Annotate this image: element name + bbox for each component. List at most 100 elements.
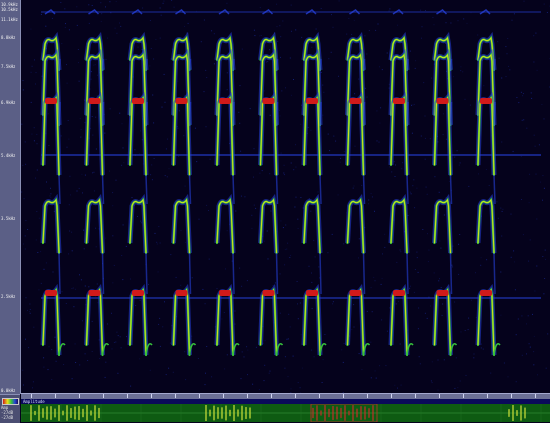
noise-dot bbox=[454, 388, 455, 389]
noise-dot bbox=[184, 351, 185, 352]
spectrogram-plot[interactable] bbox=[21, 0, 550, 393]
noise-dot bbox=[462, 71, 463, 72]
noise-dot bbox=[138, 47, 139, 48]
noise-dot bbox=[376, 110, 377, 111]
noise-dot bbox=[523, 119, 524, 120]
spectrogram-view[interactable] bbox=[21, 0, 550, 393]
noise-dot bbox=[310, 130, 311, 131]
noise-dot bbox=[516, 334, 517, 335]
noise-dot bbox=[282, 21, 283, 22]
noise-dot bbox=[410, 286, 411, 287]
noise-dot bbox=[385, 365, 386, 366]
noise-dot bbox=[247, 280, 248, 281]
noise-dot bbox=[65, 27, 66, 28]
call-hotspot bbox=[350, 98, 362, 104]
noise-dot bbox=[286, 249, 287, 250]
noise-dot bbox=[534, 336, 535, 337]
noise-dot bbox=[140, 300, 141, 301]
noise-dot bbox=[444, 215, 445, 216]
noise-dot bbox=[378, 24, 379, 25]
noise-dot bbox=[96, 149, 97, 150]
noise-dot bbox=[261, 35, 262, 36]
noise-dot bbox=[301, 334, 302, 335]
noise-dot bbox=[481, 257, 482, 258]
noise-dot bbox=[284, 264, 285, 265]
noise-dot bbox=[280, 115, 281, 116]
noise-dot bbox=[501, 78, 502, 79]
noise-dot bbox=[284, 165, 285, 166]
waveform-trace[interactable] bbox=[21, 404, 550, 422]
color-palette-icon[interactable] bbox=[2, 398, 19, 405]
noise-dot bbox=[97, 75, 98, 76]
noise-dot bbox=[49, 346, 50, 347]
noise-dot bbox=[544, 278, 545, 279]
noise-dot bbox=[109, 171, 110, 172]
noise-dot bbox=[23, 385, 24, 386]
noise-dot bbox=[280, 57, 281, 58]
noise-dot bbox=[105, 362, 106, 363]
noise-dot bbox=[361, 369, 362, 370]
noise-dot bbox=[68, 253, 69, 254]
noise-dot bbox=[92, 135, 93, 136]
noise-dot bbox=[426, 187, 427, 188]
noise-dot bbox=[26, 297, 27, 298]
noise-dot bbox=[466, 375, 467, 376]
noise-dot bbox=[38, 289, 39, 290]
noise-dot bbox=[508, 376, 509, 377]
noise-dot bbox=[289, 257, 290, 258]
noise-dot bbox=[290, 58, 291, 59]
noise-dot bbox=[465, 330, 466, 331]
noise-dot bbox=[69, 204, 70, 205]
noise-dot bbox=[346, 34, 347, 35]
noise-dot bbox=[283, 227, 284, 228]
noise-dot bbox=[318, 266, 319, 267]
time-tick bbox=[511, 394, 512, 398]
noise-dot bbox=[458, 244, 459, 245]
noise-dot bbox=[41, 14, 42, 15]
noise-dot bbox=[123, 224, 124, 225]
noise-dot bbox=[41, 283, 42, 284]
noise-dot bbox=[311, 282, 312, 283]
noise-dot bbox=[514, 261, 515, 262]
time-tick bbox=[463, 394, 464, 398]
noise-dot bbox=[501, 142, 502, 143]
noise-dot bbox=[300, 197, 301, 198]
noise-dot bbox=[210, 159, 211, 160]
noise-dot bbox=[36, 134, 37, 135]
noise-dot bbox=[253, 177, 254, 178]
noise-dot bbox=[465, 99, 466, 100]
noise-dot bbox=[279, 25, 280, 26]
noise-dot bbox=[204, 20, 205, 21]
noise-dot bbox=[290, 326, 291, 327]
noise-dot bbox=[468, 318, 469, 319]
noise-dot bbox=[78, 62, 79, 63]
noise-dot bbox=[50, 193, 51, 194]
noise-dot bbox=[54, 211, 55, 212]
noise-dot bbox=[458, 274, 459, 275]
noise-dot bbox=[380, 107, 381, 108]
noise-dot bbox=[70, 194, 71, 195]
noise-dot bbox=[425, 116, 426, 117]
call-group bbox=[261, 10, 283, 355]
call-tail bbox=[364, 175, 365, 204]
noise-dot bbox=[481, 347, 482, 348]
noise-dot bbox=[72, 250, 73, 251]
noise-dot bbox=[294, 207, 295, 208]
noise-dot bbox=[46, 262, 47, 263]
call-group bbox=[304, 10, 326, 355]
noise-dot bbox=[410, 192, 411, 193]
noise-dot bbox=[544, 118, 545, 119]
noise-dot bbox=[67, 147, 68, 148]
noise-dot bbox=[279, 110, 280, 111]
noise-dot bbox=[332, 234, 333, 235]
call-group bbox=[478, 10, 500, 355]
noise-dot bbox=[76, 6, 77, 7]
waveform-overview[interactable]: Amplitude bbox=[21, 399, 550, 422]
call-group bbox=[391, 10, 413, 355]
noise-dot bbox=[43, 357, 44, 358]
noise-dot bbox=[165, 102, 166, 103]
noise-dot bbox=[513, 250, 514, 251]
noise-dot bbox=[160, 243, 161, 244]
noise-dot bbox=[67, 83, 68, 84]
noise-dot bbox=[166, 148, 167, 149]
